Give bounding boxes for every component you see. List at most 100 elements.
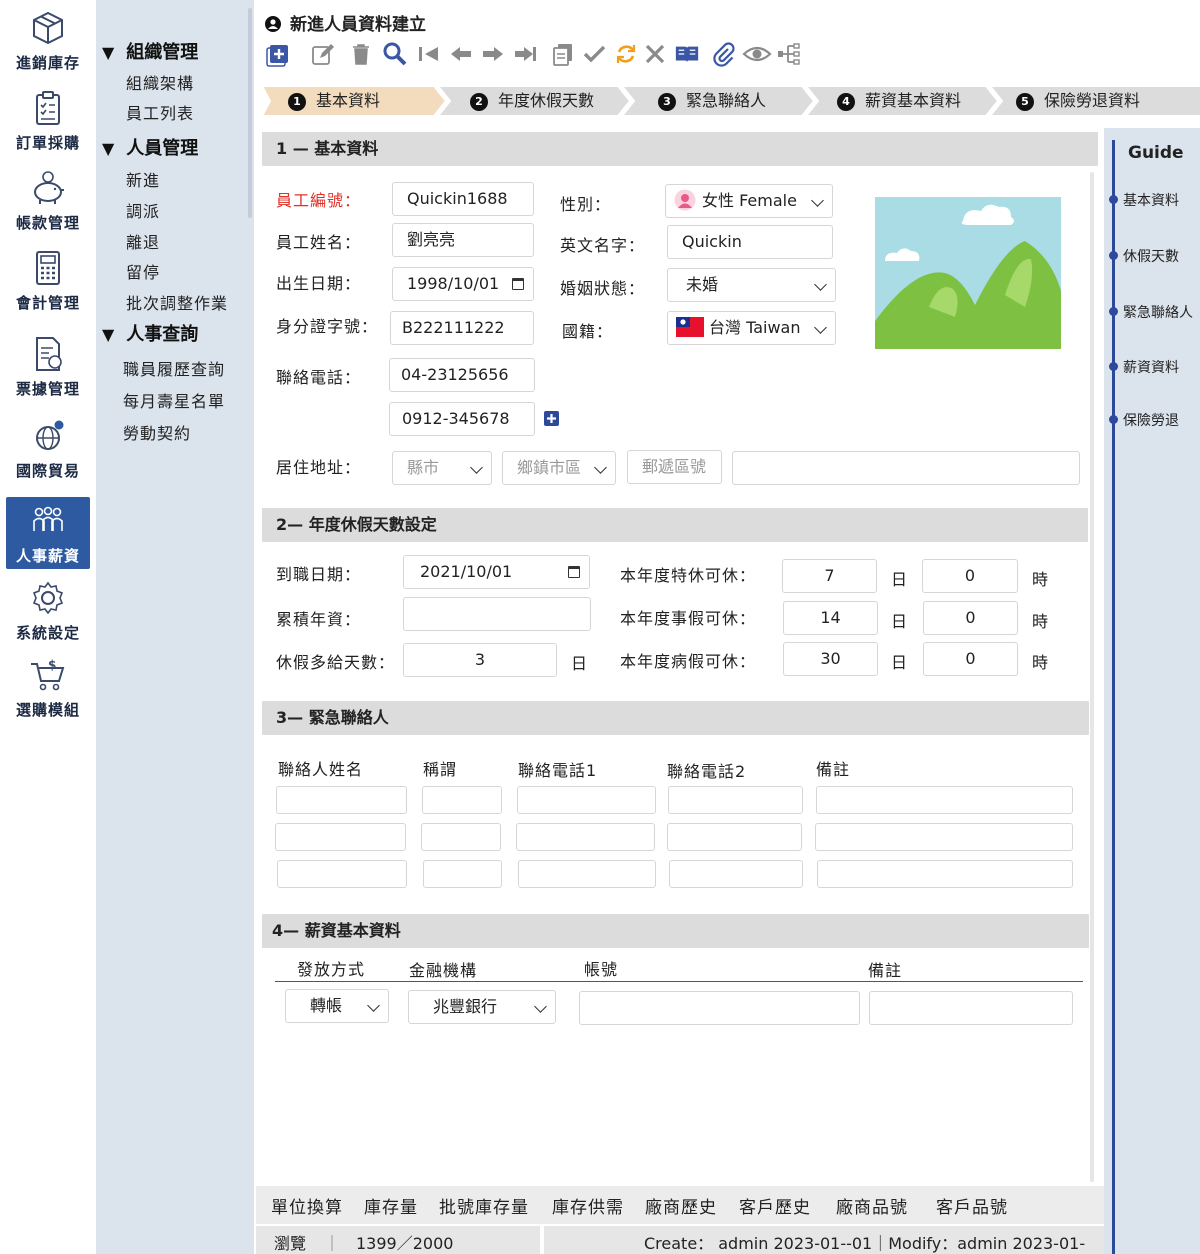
copy-button[interactable] <box>550 40 576 68</box>
contact-name-input[interactable] <box>275 823 406 851</box>
footer-link-customer-history[interactable]: 客戶歷史 <box>739 1193 811 1218</box>
subnav-item-leave[interactable]: 離退 <box>126 229 160 253</box>
last-record-button[interactable] <box>512 40 538 68</box>
step-tab-insurance[interactable]: 5 保險勞退資料 <box>1016 86 1140 116</box>
module-trade[interactable]: 國際貿易 <box>6 416 90 486</box>
phone-field-2[interactable]: 0912-345678 <box>389 402 535 436</box>
subnav-item-labor-contract[interactable]: 勞動契約 <box>123 420 191 444</box>
subnav-item-batch-adjust[interactable]: 批次調整作業 <box>126 290 228 314</box>
main-scrollbar[interactable] <box>1090 172 1094 1182</box>
personal-days-field[interactable]: 14 <box>783 601 878 635</box>
marital-select[interactable]: 未婚 <box>667 268 836 302</box>
sick-hours-field[interactable]: 0 <box>923 642 1018 676</box>
footer-link-vendor-history[interactable]: 廠商歷史 <box>645 1193 717 1218</box>
contact-note-input[interactable] <box>815 823 1073 851</box>
module-bills[interactable]: 票據管理 <box>6 334 90 404</box>
subnav-item-new-hire[interactable]: 新進 <box>126 167 160 191</box>
bank-select[interactable]: 兆豐銀行 <box>408 990 556 1024</box>
book-button[interactable] <box>674 40 700 68</box>
footer-link-customer-part[interactable]: 客戶品號 <box>936 1193 1008 1218</box>
contact-phone1-input[interactable] <box>518 860 656 888</box>
personal-hours-field[interactable]: 0 <box>923 601 1018 635</box>
guide-item-basic[interactable]: 基本資料 <box>1123 190 1179 210</box>
attach-button[interactable] <box>710 40 736 68</box>
view-button[interactable] <box>742 40 772 68</box>
guide-item-insurance[interactable]: 保險勞退 <box>1123 410 1179 430</box>
subnav-scrollbar[interactable] <box>248 8 252 218</box>
subnav-item-suspend[interactable]: 留停 <box>126 259 160 283</box>
subnav-item-resume-query[interactable]: 職員履歷查詢 <box>123 356 225 380</box>
confirm-button[interactable] <box>582 40 608 68</box>
address-detail-field[interactable] <box>732 451 1080 485</box>
footer-link-vendor-part[interactable]: 廠商品號 <box>836 1193 908 1218</box>
footer-link-unit-convert[interactable]: 單位換算 <box>271 1193 343 1218</box>
contact-phone1-input[interactable] <box>516 823 655 851</box>
subnav-item-transfer[interactable]: 調派 <box>126 198 160 222</box>
contact-phone2-input[interactable] <box>669 860 803 888</box>
extra-days-field[interactable]: 3 <box>403 643 557 677</box>
district-select[interactable]: 鄉鎮市區 <box>502 451 616 485</box>
footer-link-batch-stock[interactable]: 批號庫存量 <box>439 1193 529 1218</box>
group-query[interactable]: ▼ 人事查詢 <box>102 320 198 346</box>
module-hr-payroll[interactable]: 人事薪資 <box>6 497 90 569</box>
first-record-button[interactable] <box>416 40 442 68</box>
step-tab-payroll[interactable]: 4 薪資基本資料 <box>837 86 961 116</box>
sick-days-field[interactable]: 30 <box>783 642 878 676</box>
birth-date-field[interactable]: 1998/10/01 <box>392 267 534 301</box>
contact-relation-input[interactable] <box>421 823 501 851</box>
module-accounting[interactable]: 會計管理 <box>6 248 90 318</box>
footer-link-stock[interactable]: 庫存量 <box>364 1193 418 1218</box>
subnav-item-birthdays[interactable]: 每月壽星名單 <box>123 388 225 412</box>
refresh-button[interactable] <box>613 40 639 68</box>
subnav-item-org-chart[interactable]: 組織架構 <box>126 70 194 94</box>
step-tab-emergency[interactable]: 3 緊急聯絡人 <box>658 86 766 116</box>
search-button[interactable] <box>382 40 408 68</box>
contact-phone1-input[interactable] <box>517 786 656 814</box>
county-select[interactable]: 縣市 <box>392 451 492 485</box>
prev-record-button[interactable] <box>448 40 474 68</box>
nation-select[interactable]: 台灣 Taiwan <box>667 311 836 345</box>
hire-date-field[interactable]: 2021/10/01 <box>403 555 590 589</box>
calendar-icon[interactable] <box>568 566 580 578</box>
module-inventory[interactable]: 進銷庫存 <box>6 8 90 78</box>
zip-field[interactable]: 郵遞區號 <box>627 450 722 484</box>
next-record-button[interactable] <box>480 40 506 68</box>
add-phone-plus-icon[interactable] <box>544 411 559 426</box>
seniority-field[interactable] <box>403 597 591 631</box>
module-settings[interactable]: 系統設定 <box>6 578 90 648</box>
pay-note-field[interactable] <box>869 991 1073 1025</box>
calendar-icon[interactable] <box>512 278 524 290</box>
subnav-item-employee-list[interactable]: 員工列表 <box>126 100 194 124</box>
edit-button[interactable] <box>310 40 336 68</box>
module-orders[interactable]: 訂單採購 <box>6 88 90 158</box>
step-tab-basic[interactable]: 1 基本資料 <box>288 86 380 116</box>
footer-link-supply-demand[interactable]: 庫存供需 <box>552 1193 624 1218</box>
contact-phone2-input[interactable] <box>667 823 802 851</box>
contact-phone2-input[interactable] <box>668 786 803 814</box>
photo-placeholder-icon[interactable] <box>875 197 1061 349</box>
pay-method-select[interactable]: 轉帳 <box>285 989 389 1023</box>
delete-button[interactable] <box>348 40 374 68</box>
guide-item-leave[interactable]: 休假天數 <box>1123 246 1179 266</box>
contact-note-input[interactable] <box>816 786 1073 814</box>
add-button[interactable] <box>266 40 292 68</box>
guide-item-payroll[interactable]: 薪資資料 <box>1123 357 1179 377</box>
emp-no-field[interactable]: Quickin1688 <box>392 182 534 216</box>
module-accounts[interactable]: 帳款管理 <box>6 168 90 238</box>
contact-relation-input[interactable] <box>422 786 502 814</box>
step-tab-leave[interactable]: 2 年度休假天數 <box>470 86 594 116</box>
module-addons[interactable]: $ 選購模組 <box>6 655 90 725</box>
gender-select[interactable]: 女性 Female <box>665 184 833 218</box>
en-name-field[interactable]: Quickin <box>667 225 833 259</box>
cancel-button[interactable] <box>642 40 668 68</box>
phone-field-1[interactable]: 04-23125656 <box>389 358 535 392</box>
contact-name-input[interactable] <box>277 860 407 888</box>
group-staff[interactable]: ▼ 人員管理 <box>102 134 198 160</box>
group-org[interactable]: ▼ 組織管理 <box>102 38 198 64</box>
annual-hours-field[interactable]: 0 <box>922 559 1018 593</box>
tree-button[interactable] <box>776 40 802 68</box>
contact-note-input[interactable] <box>817 860 1073 888</box>
account-field[interactable] <box>579 991 860 1025</box>
id-field[interactable]: B222111222 <box>390 311 534 345</box>
contact-name-input[interactable] <box>276 786 407 814</box>
